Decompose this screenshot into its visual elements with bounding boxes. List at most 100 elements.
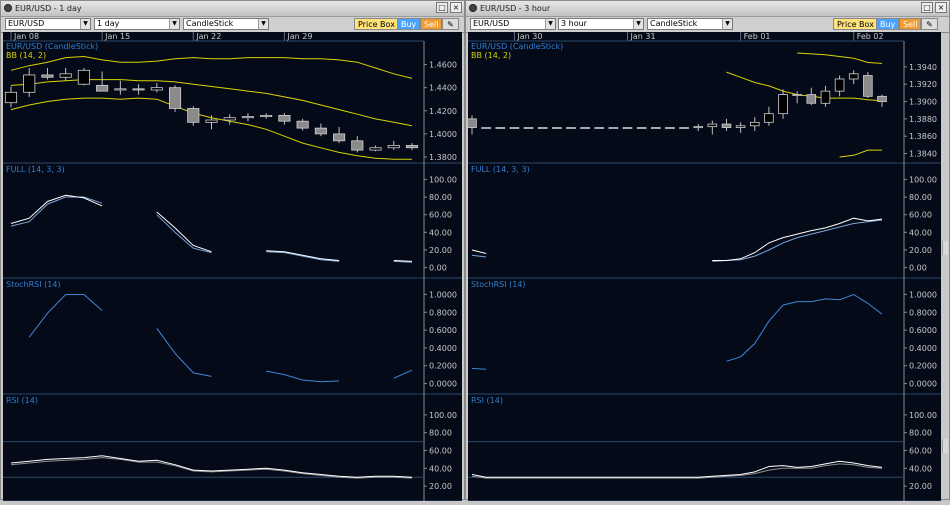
value-tick-label: 40.00: [429, 464, 452, 473]
sell-button[interactable]: Sell: [420, 18, 443, 30]
value-tick-label: 80.00: [429, 429, 452, 438]
date-label: Feb 01: [744, 32, 771, 41]
value-tick-label: 1.0000: [909, 290, 937, 299]
chart-window-left: EUR/USD - 1 day □ × EUR/USD ▼ 1 day ▼ Cand…: [0, 0, 465, 502]
rsi-legend-label: RSI (14): [471, 396, 503, 405]
candle-body: [481, 127, 491, 129]
candle-body: [187, 108, 200, 123]
value-tick-label: 20.00: [909, 246, 932, 255]
value-tick-label: 1.3880: [909, 115, 937, 124]
full-legend-label: FULL (14, 3, 3): [471, 165, 530, 174]
date-label: Feb 02: [857, 32, 884, 41]
candle-body: [405, 145, 419, 149]
candle-body: [333, 133, 346, 142]
candle-body: [168, 87, 182, 109]
price-box-button[interactable]: Price Box: [833, 18, 878, 30]
stochrsi-legend-label: StochRSI (14): [471, 280, 526, 289]
candle-body: [369, 147, 382, 151]
chart-type-select[interactable]: CandleStick ▼: [183, 18, 269, 30]
candle-body: [566, 127, 576, 129]
candle-body: [552, 127, 562, 129]
vertical-scrollbar[interactable]: [942, 439, 948, 453]
candle-body: [205, 119, 218, 123]
price-box-button[interactable]: Price Box: [354, 18, 399, 30]
window-title-bar[interactable]: EUR/USD - 1 day □ ×: [1, 1, 464, 17]
candle-body: [23, 74, 36, 93]
symbol-select[interactable]: EUR/USD ▼: [5, 18, 91, 30]
close-icon[interactable]: ×: [450, 2, 462, 13]
value-tick-label: 40.00: [429, 228, 452, 237]
chart-canvas[interactable]: Jan 08 Jan 15 Jan 22 Jan 29 1.4600 1.4400 1.42…: [3, 32, 462, 502]
candle-body: [735, 125, 746, 128]
value-tick-label: 0.00: [909, 264, 927, 273]
candle-body: [241, 116, 255, 119]
buy-button[interactable]: Buy: [876, 18, 900, 30]
candle-body: [509, 127, 520, 129]
candle-body: [351, 140, 364, 151]
interval-select[interactable]: 1 day ▼: [94, 18, 180, 30]
value-tick-label: 80.00: [909, 429, 932, 438]
restore-icon[interactable]: □: [436, 2, 448, 13]
pencil-icon[interactable]: ✎: [921, 18, 938, 30]
value-tick-label: 1.4000: [429, 130, 457, 139]
value-tick-label: 1.0000: [429, 290, 457, 299]
value-tick-label: 100.00: [909, 175, 937, 184]
value-tick-label: 100.00: [429, 175, 457, 184]
candle-body: [608, 127, 619, 129]
symbol-select[interactable]: EUR/USD ▼: [470, 18, 556, 30]
price-legend-label: EUR/USD (CandleStick): [6, 42, 98, 51]
date-label: Jan 29: [286, 32, 312, 41]
value-tick-label: 1.4200: [429, 107, 457, 116]
buy-button[interactable]: Buy: [397, 18, 421, 30]
candle-body: [778, 94, 788, 115]
value-tick-label: 20.00: [909, 482, 932, 491]
chevron-down-icon: ▼: [722, 19, 732, 29]
bb-legend-label: BB (14, 2): [471, 51, 511, 60]
value-tick-label: 1.3800: [429, 153, 457, 162]
candle-body: [114, 88, 127, 91]
candle-body: [580, 127, 590, 129]
candle-body: [467, 118, 477, 128]
value-tick-label: 100.00: [429, 411, 457, 420]
value-tick-label: 60.00: [429, 447, 452, 456]
chart-area[interactable]: Jan 30 Jan 31 Feb 01 Feb 02 1.3940 1.3920 1.39…: [467, 32, 941, 505]
value-tick-label: 1.3940: [909, 63, 937, 72]
candle-body: [41, 74, 54, 78]
date-label: Jan 31: [630, 32, 656, 41]
candle-body: [296, 120, 309, 129]
candle-body: [278, 115, 291, 122]
window-title: EUR/USD - 1 day: [15, 4, 82, 13]
rsi-legend-label: RSI (14): [6, 396, 38, 405]
chart-type-select[interactable]: CandleStick ▼: [647, 18, 733, 30]
sell-button[interactable]: Sell: [899, 18, 922, 30]
restore-icon[interactable]: □: [921, 2, 933, 13]
chart-background: [3, 32, 462, 501]
candle-body: [495, 127, 506, 129]
value-tick-label: 1.3860: [909, 132, 937, 141]
candle-body: [806, 94, 817, 104]
candle-body: [834, 78, 845, 92]
chart-canvas[interactable]: Jan 30 Jan 31 Feb 01 Feb 02 1.3940 1.3920 1.39…: [467, 32, 941, 502]
candle-body: [764, 113, 774, 123]
price-legend-label: EUR/USD (CandleStick): [471, 42, 563, 51]
close-icon[interactable]: ×: [935, 2, 947, 13]
value-tick-label: 40.00: [909, 464, 932, 473]
pencil-icon[interactable]: ✎: [442, 18, 459, 30]
chart-area[interactable]: Jan 08 Jan 15 Jan 22 Jan 29 1.4600 1.4400 1.42…: [3, 32, 462, 505]
candle-body: [132, 88, 145, 91]
chevron-down-icon: ▼: [169, 19, 179, 29]
candle-body: [877, 95, 887, 102]
chevron-down-icon: ▼: [258, 19, 268, 29]
vertical-scrollbar[interactable]: [942, 241, 948, 255]
candle-body: [721, 123, 732, 128]
candle-body: [594, 127, 605, 129]
app-icon: [469, 4, 477, 12]
value-tick-label: 1.4400: [429, 84, 457, 93]
app-icon: [4, 4, 12, 12]
interval-select[interactable]: 3 hour ▼: [558, 18, 644, 30]
window-title-bar[interactable]: EUR/USD - 3 hour □ ×: [466, 1, 949, 17]
full-legend-label: FULL (14, 3, 3): [6, 165, 65, 174]
candle-body: [314, 127, 327, 135]
chart-toolbar: EUR/USD ▼ 3 hour ▼ CandleStick ▼ Price Box …: [466, 17, 949, 33]
value-tick-label: 0.0000: [909, 380, 937, 389]
